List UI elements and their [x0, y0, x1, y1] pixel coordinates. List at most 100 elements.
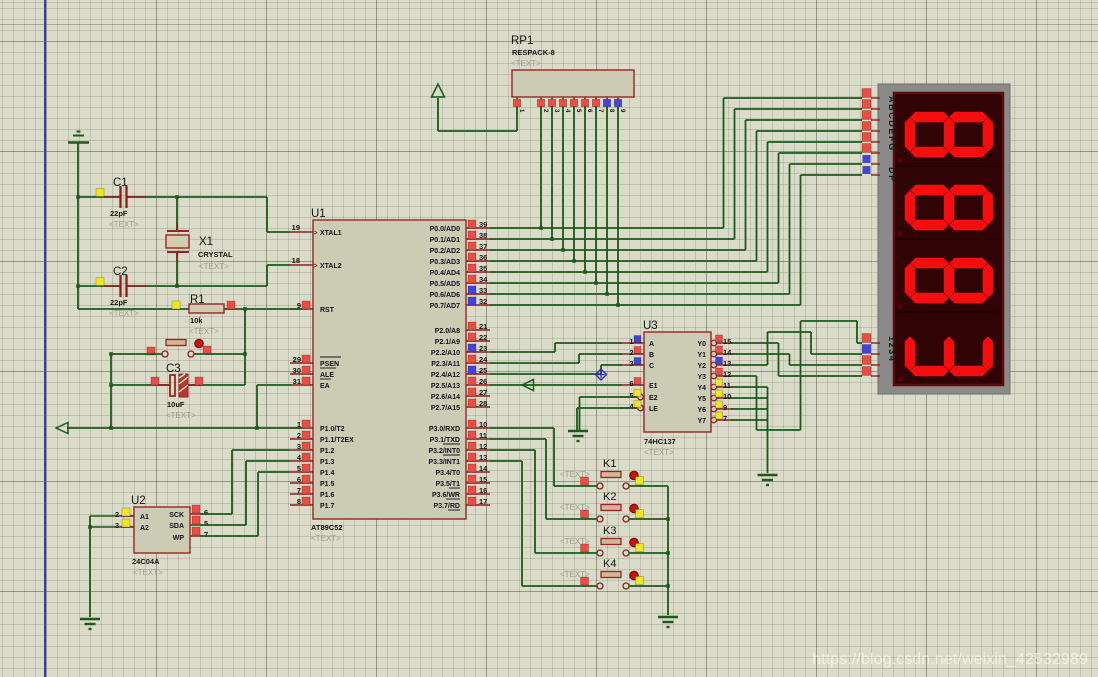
svg-text:74HC137: 74HC137: [644, 437, 676, 446]
svg-text:P0.2/AD2: P0.2/AD2: [430, 248, 460, 255]
svg-text:31: 31: [293, 377, 301, 386]
svg-text:7: 7: [204, 530, 208, 539]
svg-text:3: 3: [115, 521, 119, 530]
svg-text:P1.3: P1.3: [320, 459, 335, 466]
svg-text:38: 38: [479, 231, 487, 240]
svg-text:U2: U2: [131, 495, 146, 507]
svg-text:2: 2: [542, 109, 548, 113]
svg-text:4: 4: [564, 109, 570, 113]
svg-text:P2.6/A14: P2.6/A14: [431, 394, 460, 401]
svg-text:<TEXT>: <TEXT>: [644, 448, 674, 457]
svg-text:7: 7: [297, 486, 301, 495]
svg-text:P1.2: P1.2: [320, 448, 335, 455]
svg-text:Y3: Y3: [697, 374, 706, 381]
svg-text:26: 26: [479, 377, 487, 386]
svg-text:P0.6/AD6: P0.6/AD6: [430, 292, 460, 299]
svg-text:Y2: Y2: [697, 363, 706, 370]
svg-text:28: 28: [479, 399, 487, 408]
svg-text:PSEN: PSEN: [320, 361, 339, 368]
svg-text:K3: K3: [603, 525, 616, 537]
svg-text:C: C: [649, 363, 654, 370]
svg-text:35: 35: [479, 264, 487, 273]
svg-text:XTAL1: XTAL1: [320, 230, 342, 237]
svg-text:EA: EA: [320, 383, 330, 390]
svg-text:12: 12: [479, 442, 487, 451]
svg-text:37: 37: [479, 242, 487, 251]
svg-text:14: 14: [479, 464, 488, 473]
svg-text:11: 11: [723, 381, 731, 390]
svg-text:30: 30: [293, 366, 301, 375]
svg-text:P0.5/AD5: P0.5/AD5: [430, 281, 460, 288]
svg-text:2: 2: [115, 510, 119, 519]
svg-text:K1: K1: [603, 458, 616, 470]
svg-text:22pF: 22pF: [110, 298, 128, 307]
svg-text:SDA: SDA: [169, 523, 184, 530]
svg-text:SCK: SCK: [169, 512, 184, 519]
svg-text:P0.0/AD0: P0.0/AD0: [430, 226, 460, 233]
svg-text:13: 13: [723, 359, 731, 368]
svg-text:6: 6: [629, 379, 633, 388]
svg-text:10: 10: [723, 392, 731, 401]
svg-text:RST: RST: [320, 307, 335, 314]
svg-text:22pF: 22pF: [110, 209, 128, 218]
svg-text:K4: K4: [603, 558, 616, 570]
svg-text:<TEXT>: <TEXT>: [166, 411, 196, 420]
svg-text:21: 21: [479, 322, 487, 331]
svg-text:A2: A2: [140, 525, 149, 532]
svg-text:>: >: [314, 263, 318, 270]
svg-text:10uF: 10uF: [167, 400, 185, 409]
svg-text:12: 12: [723, 370, 731, 379]
svg-text:DP: DP: [887, 167, 897, 183]
svg-text:8: 8: [608, 109, 614, 113]
svg-text:9: 9: [723, 403, 727, 412]
svg-text:27: 27: [479, 388, 487, 397]
svg-text:Y5: Y5: [697, 396, 706, 403]
svg-text:24: 24: [479, 355, 488, 364]
svg-text:11: 11: [479, 431, 487, 440]
svg-text:8: 8: [297, 497, 301, 506]
svg-text:7: 7: [597, 109, 603, 113]
svg-text:6: 6: [204, 508, 208, 517]
svg-text:10k: 10k: [190, 316, 203, 325]
svg-text:E2: E2: [649, 395, 658, 402]
svg-text:7: 7: [723, 414, 727, 423]
svg-text:6: 6: [586, 109, 592, 113]
svg-text:P0.3/AD3: P0.3/AD3: [430, 259, 460, 266]
svg-text:Y0: Y0: [697, 341, 706, 348]
svg-text:P3.4/T0: P3.4/T0: [435, 470, 460, 477]
svg-text:6: 6: [297, 475, 301, 484]
svg-text:P2.7/A15: P2.7/A15: [431, 405, 460, 412]
svg-text:P1.7: P1.7: [320, 503, 335, 510]
svg-text:29: 29: [293, 355, 301, 364]
svg-text:P3.5/T1: P3.5/T1: [435, 481, 460, 488]
svg-text:P2.2/A10: P2.2/A10: [431, 350, 460, 357]
svg-text:WP: WP: [173, 535, 185, 542]
svg-text:P0.4/AD4: P0.4/AD4: [430, 270, 460, 277]
svg-text:P0.1/AD1: P0.1/AD1: [430, 237, 460, 244]
svg-text:P3.3/INT1: P3.3/INT1: [428, 459, 460, 466]
svg-text:5: 5: [297, 464, 301, 473]
svg-text:3: 3: [553, 109, 559, 113]
svg-text:<TEXT>: <TEXT>: [189, 327, 219, 336]
svg-text:1: 1: [629, 337, 633, 346]
svg-text:3: 3: [629, 359, 633, 368]
svg-text:9: 9: [619, 109, 625, 113]
svg-text:P1.0/T2: P1.0/T2: [320, 426, 345, 433]
svg-text:AT89C52: AT89C52: [311, 523, 343, 532]
svg-text:P3.2/INT0: P3.2/INT0: [428, 448, 460, 455]
svg-text:Y1: Y1: [697, 352, 706, 359]
svg-text:K2: K2: [603, 491, 616, 503]
svg-text:A1: A1: [140, 514, 149, 521]
svg-text:P3.6/WR: P3.6/WR: [432, 492, 460, 499]
svg-text:32: 32: [479, 297, 487, 306]
svg-text:18: 18: [292, 256, 300, 265]
svg-text:14: 14: [723, 348, 732, 357]
svg-text:P1.1/T2EX: P1.1/T2EX: [320, 437, 354, 444]
svg-text:P3.1/TXD: P3.1/TXD: [430, 437, 460, 444]
svg-text:17: 17: [479, 497, 487, 506]
svg-text:39: 39: [479, 220, 487, 229]
svg-text:P1.5: P1.5: [320, 481, 335, 488]
svg-text:25: 25: [479, 366, 487, 375]
svg-text:XTAL2: XTAL2: [320, 263, 342, 270]
svg-text:B: B: [649, 352, 654, 359]
